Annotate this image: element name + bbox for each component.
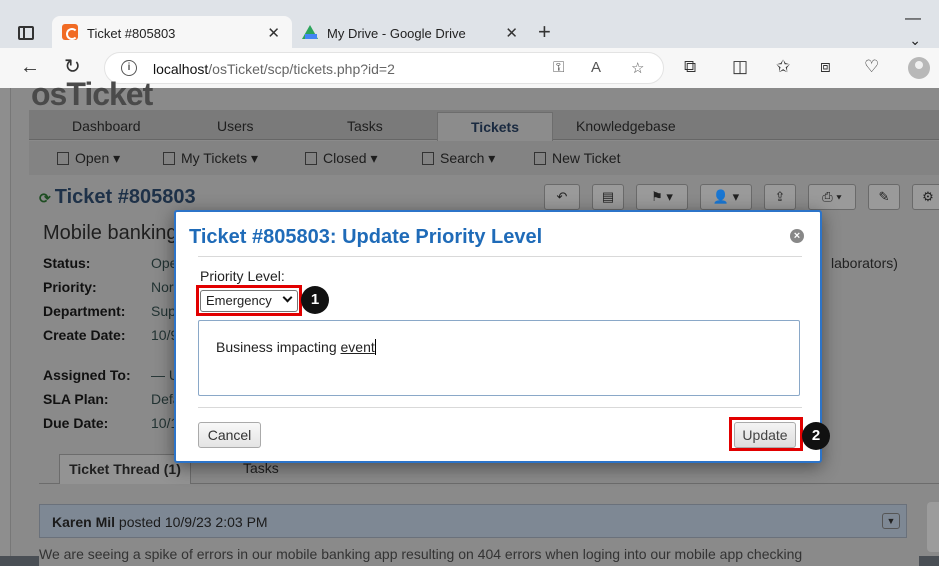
close-tab-icon[interactable]: ✕ (505, 24, 518, 42)
browser-essentials-icon[interactable]: ♡ (864, 57, 879, 77)
tab-ticket[interactable]: Ticket #805803 ✕ (52, 16, 292, 48)
main-nav: Dashboard Users Tasks Tickets Knowledgeb… (29, 110, 939, 141)
nav-tasks[interactable]: Tasks (347, 118, 383, 134)
read-aloud-icon[interactable]: A (591, 59, 601, 76)
ticket-title: ⟳ Ticket #805803 (39, 186, 196, 208)
transfer-button[interactable]: ⇪ (764, 184, 796, 210)
subnav-open[interactable]: Open ▾ (57, 150, 120, 167)
collections-icon[interactable]: ⧈ (820, 57, 831, 77)
thread-entry-header: Karen Mil posted 10/9/23 2:03 PM ▼ (39, 504, 907, 538)
cancel-button[interactable]: Cancel (198, 422, 261, 448)
back-icon[interactable]: ← (20, 56, 40, 78)
google-drive-icon (302, 24, 318, 40)
tab-title: Ticket #805803 (87, 26, 176, 41)
edit-button[interactable]: ✎ (868, 184, 900, 210)
collaborators-link[interactable]: laborators) (831, 255, 898, 271)
divider (198, 256, 802, 257)
settings-gear-icon[interactable]: ⚙ (912, 184, 939, 210)
refresh-icon[interactable]: ⟳ (39, 190, 51, 206)
nav-users[interactable]: Users (217, 118, 254, 134)
subnav-search[interactable]: Search ▾ (422, 150, 495, 167)
split-screen-icon[interactable]: ◫ (732, 57, 748, 77)
tab-list-button[interactable]: ⌄ (909, 32, 921, 49)
field-label: Assigned To: (43, 367, 131, 383)
queue-icon (57, 152, 69, 165)
subnav-new-ticket[interactable]: New Ticket (534, 150, 620, 166)
priority-level-label: Priority Level: (200, 268, 285, 284)
reply-button[interactable]: ↶ (544, 184, 580, 210)
field-label: SLA Plan: (43, 391, 109, 407)
browser-tab-strip: Ticket #805803 ✕ My Drive - Google Drive… (0, 0, 939, 48)
print-button[interactable]: ⎙ ▾ (808, 184, 856, 210)
tab-actions-icon[interactable] (18, 26, 34, 40)
tab-google-drive[interactable]: My Drive - Google Drive ✕ (292, 16, 530, 48)
tab-ticket-thread[interactable]: Ticket Thread (1) (59, 454, 191, 484)
nav-tickets[interactable]: Tickets (437, 112, 553, 141)
favorites-icon[interactable]: ✩ (776, 57, 790, 77)
subnav-my-tickets[interactable]: My Tickets ▾ (163, 150, 258, 167)
divider (198, 407, 802, 408)
flag-button[interactable]: ⚑ ▾ (636, 184, 688, 210)
text-caret (374, 339, 376, 355)
field-label: Due Date: (43, 415, 109, 431)
queue-icon (305, 152, 317, 165)
favorite-star-icon[interactable]: ☆ (631, 59, 644, 77)
field-label: Department: (43, 303, 126, 319)
ticket-subject: Mobile banking (43, 222, 178, 244)
nav-knowledgebase[interactable]: Knowledgebase (576, 118, 676, 134)
profile-avatar-icon[interactable] (908, 57, 930, 79)
field-label: Create Date: (43, 327, 126, 343)
step-badge: 1 (301, 286, 329, 314)
osticket-icon (62, 24, 78, 40)
close-icon[interactable]: × (790, 229, 804, 243)
step-badge: 2 (802, 422, 830, 450)
avatar (927, 502, 939, 552)
extensions-icon[interactable]: ⧉ (684, 57, 696, 77)
dialog-title: Ticket #805803: Update Priority Level (189, 226, 543, 248)
new-tab-button[interactable]: + (538, 21, 551, 43)
key-icon[interactable]: ⚿ (553, 59, 564, 76)
refresh-icon[interactable]: ↻ (64, 56, 81, 78)
osticket-logo: osTicket (31, 76, 153, 112)
thread-author: Karen Mil posted 10/9/23 2:03 PM (52, 514, 268, 530)
update-priority-dialog: Ticket #805803: Update Priority Level × … (174, 210, 830, 463)
subnav-closed[interactable]: Closed ▾ (305, 150, 378, 167)
new-ticket-icon (534, 152, 546, 165)
search-icon (422, 152, 434, 165)
print-doc-button[interactable]: ▤ (592, 184, 624, 210)
comment-text: Business impacting event (216, 339, 376, 355)
assign-button[interactable]: 👤 ▾ (700, 184, 752, 210)
sub-nav: Open ▾ My Tickets ▾ Closed ▾ Search ▾ Ne… (29, 141, 939, 175)
address-bar[interactable]: i localhost/osTicket/scp/tickets.php?id=… (104, 52, 664, 84)
field-label: Status: (43, 255, 91, 271)
site-info-icon[interactable]: i (121, 60, 137, 76)
minimize-window-button[interactable]: — (905, 10, 921, 28)
highlight-box (729, 417, 803, 451)
tab-title: My Drive - Google Drive (327, 26, 466, 41)
highlight-box (196, 285, 302, 316)
url-text: localhost/osTicket/scp/tickets.php?id=2 (153, 61, 395, 77)
thread-body: We are seeing a spike of errors in our m… (39, 546, 919, 566)
chevron-down-icon[interactable]: ▼ (882, 513, 900, 529)
comment-textarea[interactable]: Business impacting event (198, 320, 800, 396)
tab-tasks[interactable]: Tasks (243, 460, 279, 490)
field-label: Priority: (43, 279, 97, 295)
nav-dashboard[interactable]: Dashboard (72, 118, 141, 134)
close-tab-icon[interactable]: ✕ (267, 24, 280, 42)
queue-icon (163, 152, 175, 165)
